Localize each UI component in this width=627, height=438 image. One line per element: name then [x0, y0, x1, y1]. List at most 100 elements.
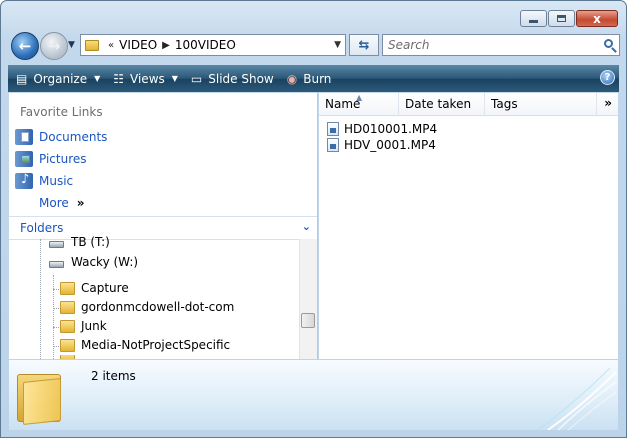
column-label: Tags — [491, 97, 518, 111]
navigation-pane: Favorite Links Documents Pictures Music … — [9, 93, 318, 359]
folder-icon — [85, 39, 99, 51]
breadcrumb-separator-icon[interactable]: ▶ — [162, 40, 170, 51]
chevron-down-icon: ▼ — [171, 74, 178, 83]
help-icon[interactable]: ? — [600, 70, 615, 85]
burn-label: Burn — [303, 71, 332, 86]
column-label: Date taken — [405, 97, 472, 111]
chevron-down-icon[interactable]: ⌄ — [302, 220, 311, 233]
tree-item-label: TB (T:) — [71, 235, 110, 249]
slideshow-label: Slide Show — [208, 71, 274, 86]
command-bar: ▤ Organize ▼ ☷ Views ▼ ▭ Slide Show ◉ Bu… — [8, 65, 619, 92]
refresh-icon: ⇆ — [358, 37, 370, 53]
item-count: 2 items — [91, 369, 136, 383]
navigation-row: ← → ▼ « VIDEO ▶ 100VIDEO ▼ ⇆ — [9, 31, 620, 61]
tree-item-wacky-drive[interactable]: Wacky (W:) — [49, 255, 138, 269]
folder-icon — [60, 319, 75, 333]
tree-item-tb-drive[interactable]: TB (T:) — [49, 235, 110, 249]
folder-tree: TB (T:) Wacky (W:) Capture gordonmcdowel… — [9, 235, 299, 359]
refresh-button[interactable]: ⇆ — [349, 34, 379, 56]
folder-icon — [60, 300, 75, 314]
search-input[interactable] — [383, 36, 588, 54]
search-icon[interactable] — [604, 39, 613, 48]
more-columns-chevron-icon[interactable]: » — [604, 96, 612, 110]
more-label: More — [39, 196, 69, 210]
favorite-label: Documents — [39, 130, 108, 144]
tree-item-partial — [60, 355, 81, 359]
tree-item-gordonmcdowell[interactable]: gordonmcdowell-dot-com — [60, 300, 234, 314]
double-chevron-icon: » — [76, 196, 85, 210]
folder-icon — [60, 355, 75, 359]
maximize-button[interactable] — [548, 10, 575, 27]
drive-icon — [49, 240, 64, 248]
pictures-icon — [15, 151, 33, 167]
tree-item-label: Wacky (W:) — [71, 255, 139, 269]
file-item[interactable]: HDV_0001.MP4 — [327, 138, 436, 152]
minimize-button[interactable] — [520, 10, 547, 27]
music-icon — [15, 172, 33, 189]
back-arrow-icon: ← — [18, 36, 32, 55]
burn-icon: ◉ — [286, 71, 298, 86]
burn-button[interactable]: ◉ Burn — [279, 65, 337, 92]
explorer-window: x ← → ▼ « VIDEO ▶ 100VIDEO ▼ ⇆ ▤ Organiz… — [0, 0, 627, 438]
file-name: HD010001.MP4 — [344, 122, 438, 136]
video-file-icon — [327, 138, 339, 152]
decorative-swoosh-icon — [537, 367, 617, 430]
large-folder-icon — [17, 368, 63, 425]
favorite-label: Music — [39, 174, 74, 188]
views-button[interactable]: ☷ Views ▼ — [105, 65, 183, 92]
column-tags[interactable]: Tags — [485, 93, 597, 115]
sort-ascending-icon: ▲ — [356, 93, 363, 102]
more-links-button[interactable]: More » — [39, 196, 85, 210]
favorite-links-heading: Favorite Links — [20, 105, 103, 119]
breadcrumb-video[interactable]: VIDEO — [119, 38, 157, 52]
maximize-icon — [557, 15, 566, 22]
chevron-down-icon: ▼ — [94, 74, 101, 83]
organize-label: Organize — [33, 71, 88, 86]
column-name[interactable]: Name ▲ — [319, 93, 399, 115]
organize-icon: ▤ — [16, 71, 28, 86]
details-pane: 2 items — [9, 360, 618, 430]
slideshow-button[interactable]: ▭ Slide Show — [183, 65, 279, 92]
file-item[interactable]: HD010001.MP4 — [327, 122, 437, 136]
folder-icon — [60, 281, 75, 295]
organize-button[interactable]: ▤ Organize ▼ — [8, 65, 105, 92]
address-dropdown-icon[interactable]: ▼ — [334, 40, 341, 50]
folder-icon — [60, 338, 75, 352]
back-button[interactable]: ← — [11, 32, 39, 60]
recent-pages-dropdown[interactable]: ▼ — [68, 40, 75, 50]
column-date-taken[interactable]: Date taken — [399, 93, 485, 115]
file-list-pane: Name ▲ Date taken Tags » HD010001.MP4 HD… — [319, 93, 618, 359]
forward-button[interactable]: → — [40, 32, 68, 60]
drive-icon — [49, 260, 64, 268]
folder-tree-scrollbar[interactable] — [299, 239, 317, 359]
tree-item-label: Junk — [81, 319, 107, 333]
video-file-icon — [327, 122, 339, 136]
tree-item-label: Media-NotProjectSpecific — [81, 338, 231, 352]
breadcrumb-overflow[interactable]: « — [108, 40, 114, 51]
tree-item-capture[interactable]: Capture — [60, 281, 129, 295]
search-box — [382, 34, 620, 56]
tree-item-label: gordonmcdowell-dot-com — [81, 300, 235, 314]
views-label: Views — [130, 71, 165, 86]
file-name: HDV_0001.MP4 — [344, 138, 436, 152]
views-icon: ☷ — [113, 71, 125, 86]
favorite-link-documents[interactable]: Documents — [15, 129, 107, 145]
column-header-row: Name ▲ Date taken Tags » — [319, 93, 618, 116]
tree-item-label: Capture — [81, 281, 129, 295]
forward-arrow-icon: → — [47, 36, 61, 55]
scrollbar-thumb[interactable] — [301, 313, 315, 328]
close-icon: x — [593, 11, 601, 26]
tree-line — [40, 239, 41, 359]
favorite-label: Pictures — [39, 152, 87, 166]
caption-buttons: x — [520, 10, 618, 27]
tree-item-media-notprojectspecific[interactable]: Media-NotProjectSpecific — [60, 338, 230, 352]
favorite-link-music[interactable]: Music — [15, 172, 74, 189]
minimize-icon — [529, 19, 538, 23]
tree-item-junk[interactable]: Junk — [60, 319, 107, 333]
folders-label: Folders — [20, 221, 64, 235]
address-bar[interactable]: « VIDEO ▶ 100VIDEO ▼ — [80, 34, 346, 56]
close-button[interactable]: x — [576, 10, 618, 27]
documents-icon — [15, 129, 33, 145]
breadcrumb-100video[interactable]: 100VIDEO — [175, 38, 236, 52]
favorite-link-pictures[interactable]: Pictures — [15, 151, 87, 167]
